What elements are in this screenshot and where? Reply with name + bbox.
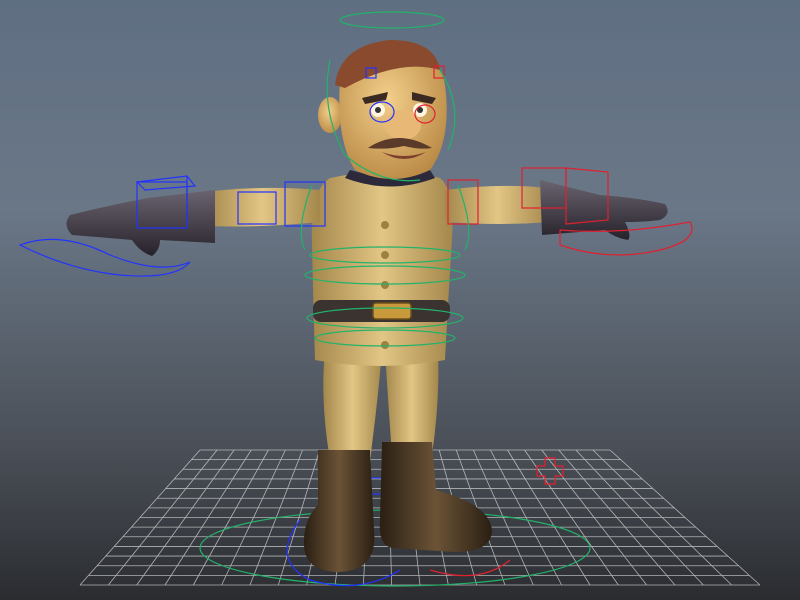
character-boots bbox=[303, 442, 492, 572]
viewport-3d[interactable] bbox=[0, 0, 800, 600]
scene-canvas[interactable] bbox=[0, 0, 800, 600]
character-head bbox=[318, 40, 447, 179]
